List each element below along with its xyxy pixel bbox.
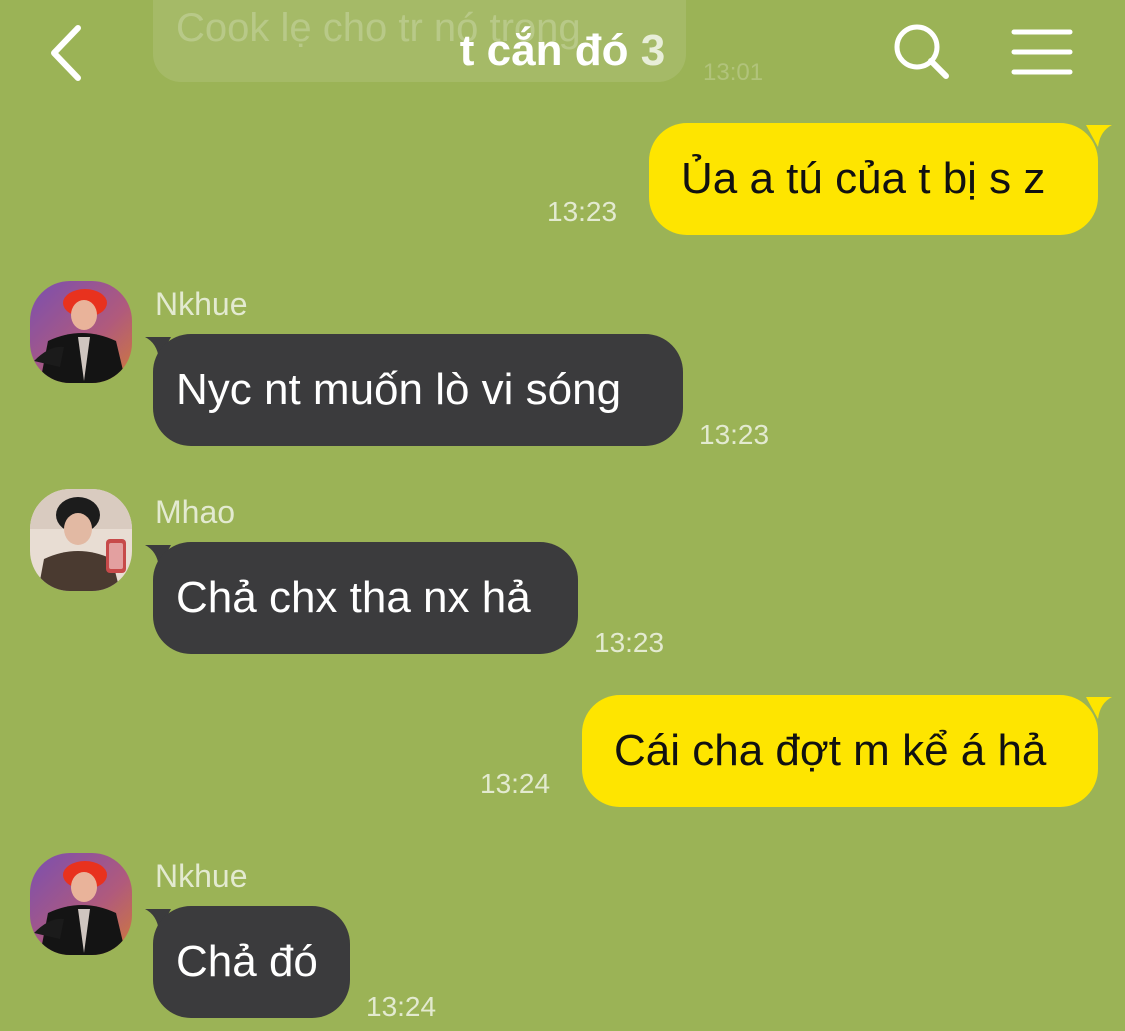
- incoming-message-bubble[interactable]: Chả đó: [153, 906, 350, 1018]
- incoming-message-bubble[interactable]: Nyc nt muốn lò vi sóng: [153, 334, 683, 446]
- sender-name: Nkhue: [155, 858, 248, 894]
- chat-area[interactable]: Cook lẹ cho tr nó trong 13:01 t cắn đó 3: [0, 0, 1125, 1031]
- message-text: Nyc nt muốn lò vi sóng: [176, 365, 622, 414]
- message-text: Chả chx tha nx hả: [176, 573, 531, 622]
- avatar-mhao-image: [30, 489, 132, 591]
- avatar[interactable]: [30, 853, 132, 955]
- chat-header: t cắn đó 3: [0, 0, 1125, 110]
- bubble-tail-icon: [1086, 697, 1112, 719]
- message-time: 13:24: [366, 991, 437, 1022]
- search-button[interactable]: [888, 18, 958, 88]
- avatar-nkhue-image: [30, 281, 132, 383]
- outgoing-message-bubble[interactable]: Cái cha đợt m kể á hả: [582, 695, 1098, 807]
- sender-name: Mhao: [155, 494, 236, 530]
- message-time: 13:23: [594, 627, 665, 658]
- search-icon: [894, 24, 949, 79]
- menu-button[interactable]: [1006, 20, 1078, 84]
- message-time: 13:23: [547, 196, 618, 227]
- bubble-tail-icon: [1086, 125, 1112, 147]
- message-time: 13:23: [699, 419, 770, 450]
- sender-name: Nkhue: [155, 286, 248, 322]
- message-text: Ủa a tú của t bị s z: [681, 154, 1046, 203]
- menu-icon: [1011, 29, 1073, 75]
- avatar[interactable]: [30, 281, 132, 383]
- message-text: Cái cha đợt m kể á hả: [614, 726, 1047, 775]
- incoming-message-bubble[interactable]: Chả chx tha nx hả: [153, 542, 578, 654]
- outgoing-message-bubble[interactable]: Ủa a tú của t bị s z: [649, 123, 1098, 235]
- avatar[interactable]: [30, 489, 132, 591]
- member-count: 3: [640, 26, 666, 75]
- chat-title-name: t cắn đó: [459, 26, 629, 75]
- message-time: 13:24: [480, 768, 551, 799]
- avatar-nkhue-image: [30, 853, 132, 955]
- message-text: Chả đó: [176, 937, 318, 986]
